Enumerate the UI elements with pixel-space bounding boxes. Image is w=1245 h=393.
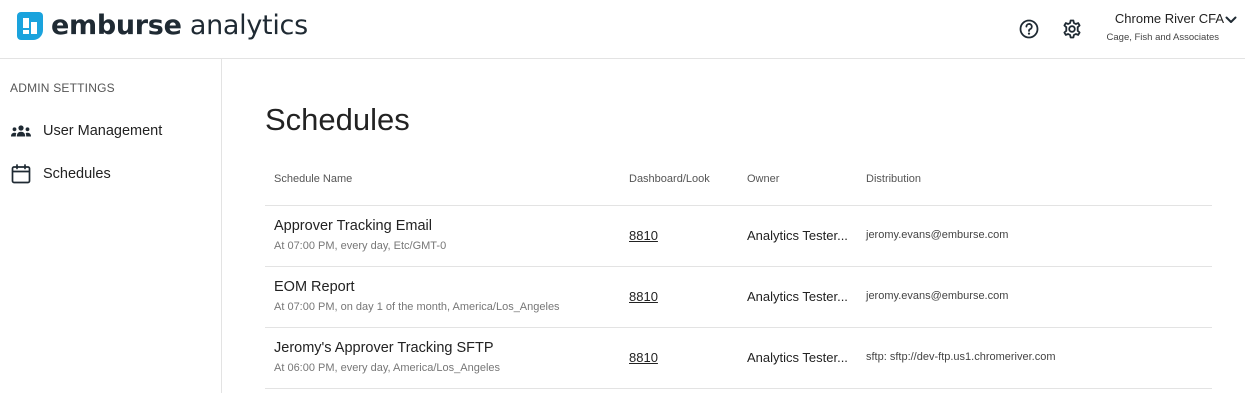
help-button[interactable] [1017,17,1041,41]
table-row[interactable]: Jeromy's Approver Tracking SFTP At 06:00… [265,328,1212,389]
schedule-frequency: At 07:00 PM, on day 1 of the month, Amer… [274,301,560,313]
look-link[interactable]: 8810 [629,350,658,365]
table-row[interactable]: EOM Report At 07:00 PM, on day 1 of the … [265,267,1212,328]
sidebar-item-label: Schedules [43,166,111,182]
gear-icon [1063,19,1081,39]
settings-button[interactable] [1060,17,1084,41]
schedule-name: EOM Report [274,279,355,295]
page-title: Schedules [265,102,410,137]
schedule-owner: Analytics Tester... [747,350,848,365]
users-icon [10,120,32,142]
app-brand-text: emburse analytics [51,11,308,41]
account-name: Chrome River CFA [1114,11,1224,26]
calendar-icon [10,163,32,185]
schedule-frequency: At 07:00 PM, every day, Etc/GMT-0 [274,240,447,252]
chevron-down-icon [1225,16,1237,23]
column-header-distribution[interactable]: Distribution [866,173,921,185]
column-header-owner[interactable]: Owner [747,173,779,185]
sidebar: ADMIN SETTINGS User Management Schedules [0,59,222,393]
schedule-distribution: jeromy.evans@emburse.com [866,290,1009,302]
schedule-distribution: jeromy.evans@emburse.com [866,229,1009,241]
account-menu[interactable]: Chrome River CFA Cage, Fish and Associat… [1100,11,1240,44]
column-header-dashboard-look[interactable]: Dashboard/Look [629,173,710,185]
column-header-schedule-name[interactable]: Schedule Name [274,173,352,185]
look-link[interactable]: 8810 [629,228,658,243]
schedules-table: Schedule Name Dashboard/Look Owner Distr… [265,160,1212,389]
emburse-logo-icon [17,12,43,40]
schedule-distribution: sftp: sftp://dev-ftp.us1.chromeriver.com [866,351,1056,363]
look-link[interactable]: 8810 [629,289,658,304]
schedule-frequency: At 06:00 PM, every day, America/Los_Ange… [274,362,501,374]
table-row[interactable]: Approver Tracking Email At 07:00 PM, eve… [265,206,1212,267]
schedule-owner: Analytics Tester... [747,289,848,304]
app-logo[interactable]: emburse analytics [17,11,308,41]
top-header: emburse analytics Chrome River CFA Cage,… [0,0,1245,59]
schedule-owner: Analytics Tester... [747,228,848,243]
table-header: Schedule Name Dashboard/Look Owner Distr… [265,160,1212,206]
sidebar-item-schedules[interactable]: Schedules [0,157,221,191]
schedule-name: Jeromy's Approver Tracking SFTP [274,340,494,356]
schedule-name: Approver Tracking Email [274,218,432,234]
sidebar-item-label: User Management [43,123,163,139]
help-circle-icon [1019,19,1039,39]
sidebar-heading: ADMIN SETTINGS [10,81,115,95]
brand-name: emburse [51,10,182,41]
sidebar-item-user-management[interactable]: User Management [0,114,221,148]
brand-suffix: analytics [181,10,308,41]
account-organization: Cage, Fish and Associates [1106,32,1219,43]
